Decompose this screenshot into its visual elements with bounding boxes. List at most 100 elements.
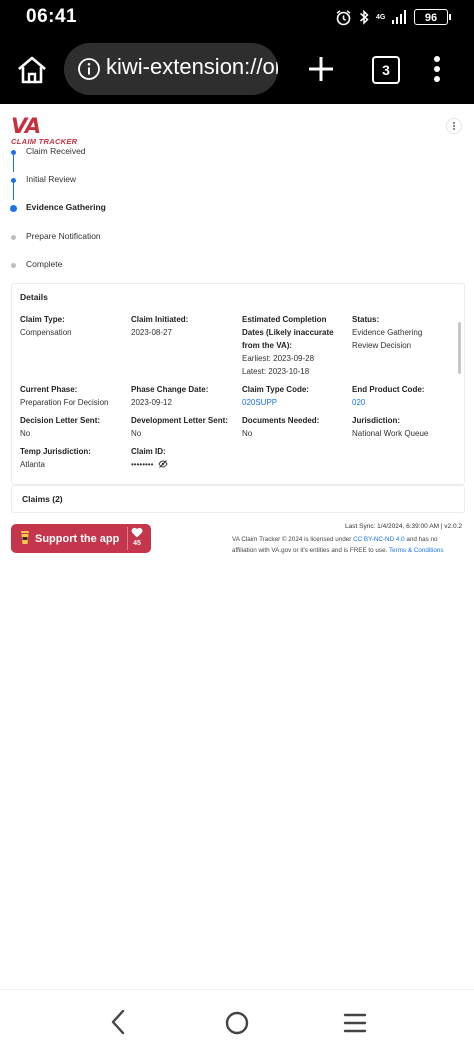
claim-type-code-link[interactable]: 020SUPP: [242, 396, 350, 409]
claim-id-value: ••••••••: [131, 458, 239, 471]
end-product-code-field: End Product Code: 020: [352, 383, 460, 409]
system-nav-bar: [0, 989, 474, 1054]
phase-change-date-field: Phase Change Date: 2023-09-12: [131, 383, 239, 409]
current-phase-field: Current Phase: Preparation For Decision: [20, 383, 128, 409]
status-bar: 06:41 4G 96: [0, 0, 474, 34]
tab-switcher-button[interactable]: 3: [372, 56, 400, 84]
step-dot: [11, 150, 16, 155]
earliest-date: Earliest: 2023-09-28: [242, 354, 315, 363]
license-prefix: VA Claim Tracker © 2024 is licensed unde…: [232, 536, 352, 543]
network-type-label: 4G: [376, 13, 386, 21]
claims-label[interactable]: Claims (2): [22, 494, 63, 504]
field-value: Compensation: [20, 328, 72, 337]
battery-level: 96: [424, 12, 438, 24]
info-icon[interactable]: [77, 57, 101, 81]
field-value: No: [20, 429, 31, 438]
license-link[interactable]: CC BY-NC-ND 4.0: [353, 536, 405, 543]
battery-icon: 96: [414, 9, 451, 25]
step-dot: [11, 178, 16, 183]
claim-id-field: Claim ID: ••••••••: [131, 445, 239, 471]
step-dot: [11, 263, 16, 268]
new-tab-icon[interactable]: [305, 53, 337, 85]
claim-type-code-field: Claim Type Code: 020SUPP: [242, 383, 350, 409]
field-value: National Work Queue: [352, 429, 429, 438]
eye-off-icon[interactable]: [158, 460, 168, 468]
claim-type-field: Claim Type: Compensation: [20, 313, 128, 339]
field-value: No: [131, 429, 142, 438]
field-value: Atlanta: [20, 460, 45, 469]
step-label: Initial Review: [26, 174, 77, 184]
latest-date: Latest: 2023-10-18: [242, 367, 310, 376]
field-value: 2023-08-27: [131, 328, 172, 337]
field-label: Documents Needed:: [242, 416, 320, 425]
step-label: Claim Received: [26, 146, 86, 156]
likes-count: 45: [133, 540, 141, 547]
license-text: VA Claim Tracker © 2024 is licensed unde…: [232, 534, 462, 556]
status-field: Status: Evidence Gathering Review Decisi…: [352, 313, 444, 352]
step-dot: [10, 205, 17, 212]
browser-toolbar: kiwi-extension://on 3: [0, 34, 474, 104]
timeline-connector: [13, 182, 14, 200]
terms-link[interactable]: Terms & Conditions: [389, 547, 444, 554]
more-menu-icon[interactable]: [430, 54, 444, 84]
status-icons: 4G 96: [335, 7, 451, 27]
last-sync: Last Sync: 1/4/2024, 6:39:00 AM | v2.0.2: [345, 523, 462, 530]
claim-initiated-field: Claim Initiated: 2023-08-27: [131, 313, 239, 339]
decision-letter-field: Decision Letter Sent: No: [20, 414, 128, 440]
support-divider: [127, 527, 128, 550]
scrollbar-thumb[interactable]: [458, 322, 461, 374]
development-letter-field: Development Letter Sent: No: [131, 414, 239, 440]
field-label: End Product Code:: [352, 385, 425, 394]
field-label: Claim ID:: [131, 447, 166, 456]
jurisdiction-field: Jurisdiction: National Work Queue: [352, 414, 460, 440]
field-label: Claim Type Code:: [242, 385, 309, 394]
field-label: Development Letter Sent:: [131, 416, 228, 425]
field-label: Decision Letter Sent:: [20, 416, 101, 425]
field-label: Status:: [352, 315, 380, 324]
field-label: Temp Jurisdiction:: [20, 447, 91, 456]
documents-needed-field: Documents Needed: No: [242, 414, 350, 440]
field-label: Claim Type:: [20, 315, 65, 324]
support-app-button[interactable]: Support the app 45: [11, 524, 151, 553]
alarm-icon: [336, 9, 351, 25]
field-label: Current Phase:: [20, 385, 78, 394]
step-dot: [11, 235, 16, 240]
support-label[interactable]: Support the app: [35, 533, 119, 545]
temp-jurisdiction-field: Temp Jurisdiction: Atlanta: [20, 445, 128, 471]
coffee-cup-icon: [21, 531, 29, 544]
status-time: 06:41: [26, 6, 78, 27]
back-icon[interactable]: [106, 1008, 130, 1036]
timeline-connector: [13, 154, 14, 172]
step-label: Evidence Gathering: [26, 202, 106, 212]
estimated-completion-field: Estimated Completion Dates (Likely inacc…: [242, 313, 342, 378]
step-label: Complete: [26, 259, 63, 269]
logo-va: VA: [11, 114, 41, 138]
field-value: Preparation For Decision: [20, 398, 109, 407]
heart-icon[interactable]: [131, 527, 143, 538]
field-label: Phase Change Date:: [131, 385, 209, 394]
page-content: VA CLAIM TRACKER Claim Received Initial …: [0, 104, 474, 989]
signal-icon: [392, 10, 406, 24]
field-value: No: [242, 429, 253, 438]
field-value: Evidence Gathering Review Decision: [352, 328, 423, 350]
page-menu-icon[interactable]: [446, 118, 462, 134]
address-bar[interactable]: kiwi-extension://on: [64, 43, 278, 95]
claims-accordion[interactable]: Claims (2): [11, 485, 465, 513]
home-icon[interactable]: [14, 52, 50, 88]
field-label: Jurisdiction:: [352, 416, 401, 425]
claim-progress-timeline: Claim Received Initial Review Evidence G…: [0, 142, 300, 282]
field-value: 2023-09-12: [131, 398, 172, 407]
claim-id-masked: ••••••••: [131, 460, 154, 469]
footer: Last Sync: 1/4/2024, 6:39:00 AM | v2.0.2…: [232, 521, 462, 556]
recent-apps-icon[interactable]: [342, 1012, 368, 1034]
network-type-icon: 4G: [376, 13, 386, 21]
end-product-code-link[interactable]: 020: [352, 396, 460, 409]
tab-count: 3: [382, 62, 390, 78]
field-label: Estimated Completion Dates (Likely inacc…: [242, 315, 334, 350]
details-title: Details: [20, 292, 48, 302]
home-circle-icon[interactable]: [224, 1010, 250, 1036]
field-label: Claim Initiated:: [131, 315, 189, 324]
step-label: Prepare Notification: [26, 231, 101, 241]
bluetooth-icon: [360, 9, 369, 25]
url-text[interactable]: kiwi-extension://on: [106, 54, 278, 80]
